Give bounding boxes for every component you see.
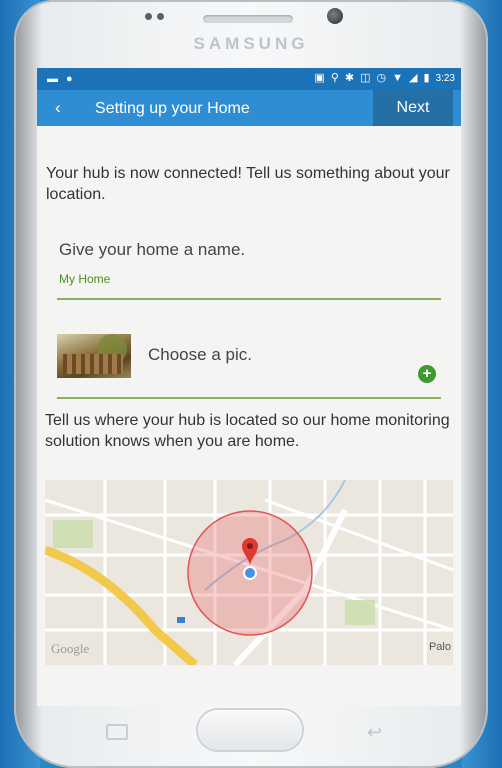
wifi-icon: ▼ bbox=[392, 72, 403, 84]
status-time: 3:23 bbox=[435, 72, 455, 84]
park-area bbox=[345, 600, 375, 625]
map-pin-dot bbox=[247, 543, 253, 549]
map-graphic bbox=[45, 480, 453, 665]
map-city-label: Palo bbox=[428, 641, 451, 653]
nfc-icon: ▣ bbox=[314, 72, 325, 84]
sensor-dot bbox=[145, 13, 152, 20]
chevron-left-icon[interactable]: ‹ bbox=[55, 98, 61, 118]
back-icon[interactable]: ↩ bbox=[367, 722, 382, 743]
signal-icon: ◢ bbox=[409, 72, 418, 84]
next-button[interactable]: Next bbox=[373, 90, 453, 126]
location-map[interactable]: Google Palo bbox=[45, 480, 453, 665]
home-picture-thumbnail[interactable] bbox=[57, 334, 131, 378]
home-name-label: Give your home a name. bbox=[59, 240, 246, 259]
picture-underline bbox=[57, 397, 441, 399]
map-attribution: Google bbox=[51, 641, 90, 656]
home-name-input[interactable] bbox=[59, 268, 439, 290]
location-instructions: Tell us where your hub is located so our… bbox=[45, 412, 450, 450]
choose-pic-label[interactable]: Choose a pic. bbox=[148, 345, 252, 365]
notification-icon: ● bbox=[66, 73, 73, 85]
app-bar: ‹ Setting up your Home Next bbox=[37, 90, 461, 126]
location-icon: ⚲ bbox=[330, 72, 339, 84]
fence-shape bbox=[63, 354, 123, 374]
video-icon: ▬ bbox=[47, 73, 58, 85]
add-icon[interactable]: + bbox=[418, 365, 436, 383]
device-brand: SAMSUNG bbox=[193, 34, 309, 53]
home-button[interactable] bbox=[198, 710, 302, 750]
phone-screen: ▬ ● ▣ ⚲ ✱ ◫ ◷ ▼ ◢ ▮ 3:23 ‹ Setting up yo… bbox=[37, 68, 461, 706]
status-bar: ▬ ● ▣ ⚲ ✱ ◫ ◷ ▼ ◢ ▮ 3:23 bbox=[37, 68, 461, 90]
home-name-underline bbox=[57, 298, 441, 300]
sensor-dot bbox=[157, 13, 164, 20]
earpiece-speaker bbox=[203, 15, 293, 23]
park-area bbox=[53, 520, 93, 548]
bluetooth-icon: ✱ bbox=[344, 72, 355, 84]
vibrate-icon: ◫ bbox=[360, 72, 371, 84]
alarm-icon: ◷ bbox=[376, 72, 387, 84]
current-location-dot bbox=[243, 566, 257, 580]
battery-icon: ▮ bbox=[423, 72, 430, 84]
transit-icon bbox=[177, 617, 185, 623]
recent-apps-icon[interactable] bbox=[106, 724, 128, 740]
page-title: Setting up your Home bbox=[95, 100, 250, 117]
intro-text: Your hub is now connected! Tell us somet… bbox=[46, 165, 450, 203]
front-camera bbox=[327, 8, 343, 24]
